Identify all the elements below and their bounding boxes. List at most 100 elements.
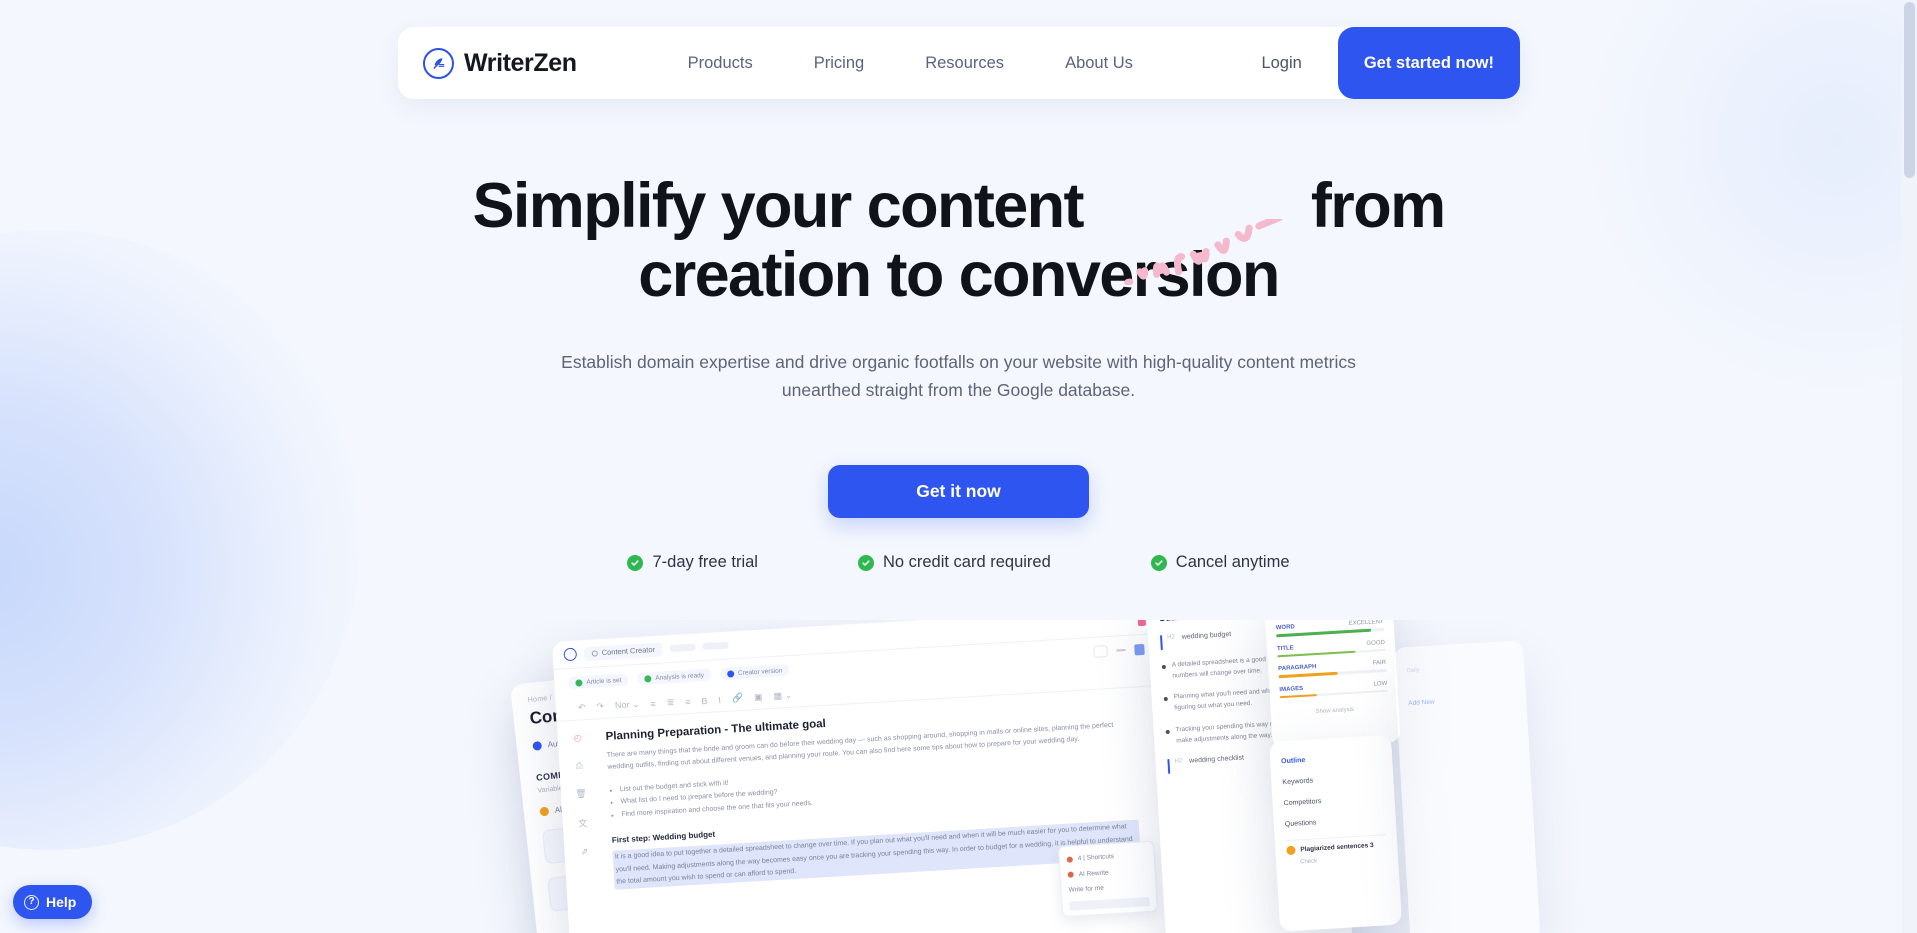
menu-placeholder	[1069, 897, 1150, 912]
menu-item-label: AI Rewrite	[1078, 869, 1109, 878]
trash-icon[interactable]: 🗑	[575, 788, 587, 800]
score-label: TITLE	[1276, 644, 1294, 652]
export-icon[interactable]: ⎙	[575, 760, 583, 771]
hero-subheading: Establish domain expertise and drive org…	[561, 351, 1356, 400]
primary-nav: Products Pricing Resources About Us	[688, 54, 1133, 73]
minimize-icon[interactable]	[1116, 649, 1126, 652]
score-label: WORD	[1275, 624, 1295, 632]
add-new-link[interactable]: Add New	[1408, 694, 1514, 708]
page-scrollbar[interactable]	[1902, 0, 1917, 933]
nav-item-products[interactable]: Products	[688, 54, 753, 73]
editor-window-controls	[1093, 643, 1145, 658]
align-center-icon[interactable]: ≣	[666, 697, 674, 708]
check-circle-icon	[575, 678, 583, 687]
panel-title: Outline	[1159, 620, 1189, 623]
score-row: IMAGES LOW	[1279, 680, 1388, 699]
badge-no-credit-card: No credit card required	[857, 553, 1051, 572]
panel-label: Daily	[1406, 667, 1420, 675]
score-row: PARAGRAPH FAIR	[1278, 660, 1387, 679]
redo-icon[interactable]: ↷	[596, 701, 604, 712]
overall-score-panel: OVERALL SCORE ⧉ WORDEXCELLENT TITLEGOOD …	[1264, 620, 1401, 750]
status-badge-label: Analysis is ready	[655, 671, 705, 682]
image-icon[interactable]: ▣	[754, 692, 763, 703]
align-left-icon[interactable]: ≡	[650, 698, 656, 708]
italic-icon[interactable]: I	[718, 695, 721, 705]
brand-name: WriterZen	[464, 48, 577, 77]
dot-icon	[726, 669, 735, 678]
heading-tag: H2	[1166, 634, 1175, 641]
site-header: WriterZen Products Pricing Resources Abo…	[398, 27, 1520, 99]
show-analysis-link[interactable]: Show analysis	[1281, 705, 1389, 717]
score-label: IMAGES	[1279, 685, 1304, 694]
secondary-panel: Daily Add New	[1393, 640, 1541, 933]
bullet-icon	[1165, 729, 1170, 734]
status-badge: Analysis is ready	[637, 668, 712, 685]
save-icon[interactable]	[1093, 645, 1108, 658]
app-logo-icon	[563, 647, 578, 662]
status-badge-label: Creator version	[737, 666, 783, 677]
help-label: Help	[46, 894, 77, 910]
progress-fill	[1277, 650, 1356, 658]
score-value: EXCELLENT	[1348, 620, 1384, 628]
publish-icon[interactable]	[1134, 643, 1145, 655]
get-started-button[interactable]: Get started now!	[1337, 27, 1520, 99]
score-row: WORD EXCELLENT	[1275, 620, 1385, 637]
editor-window: Content Creator Article is set Analysis …	[552, 620, 1176, 933]
score-value: LOW	[1373, 680, 1388, 688]
score-row: TITLE GOOD	[1276, 639, 1386, 658]
text-style-dropdown[interactable]: Nor ⌄	[615, 699, 640, 711]
editor-document[interactable]: Planning Preparation - The ultimate goal…	[597, 686, 1176, 933]
editor-tab[interactable]: Content Creator	[583, 641, 664, 661]
nav-item-pricing[interactable]: Pricing	[814, 54, 864, 73]
scrollbar-thumb[interactable]	[1904, 2, 1915, 178]
nav-item-about-us[interactable]: About Us	[1065, 54, 1133, 73]
login-link[interactable]: Login	[1261, 54, 1301, 73]
score-value: GOOD	[1366, 639, 1386, 647]
clock-history-icon[interactable]: ◴	[573, 732, 581, 743]
nav-item-resources[interactable]: Resources	[925, 54, 1004, 73]
heading-marker	[1167, 759, 1171, 775]
sparkle-icon	[1067, 871, 1074, 879]
status-badge: Creator version	[719, 663, 790, 681]
heading-marker	[1159, 635, 1163, 651]
headline-part-2: from	[1310, 171, 1446, 241]
status-badge: Article is set	[568, 673, 629, 690]
headline-line-2: creation to conversion	[638, 240, 1280, 311]
heading-text: wedding budget	[1181, 631, 1232, 641]
header-actions: Login Get started now!	[1261, 27, 1520, 99]
help-widget[interactable]: ? Help	[13, 885, 93, 919]
score-label: PARAGRAPH	[1278, 664, 1317, 673]
quill-pen-circle-icon	[423, 47, 454, 79]
question-mark-circle-icon: ?	[24, 894, 39, 910]
table-icon[interactable]: ▦ ⌄	[773, 690, 792, 702]
badge-label: Cancel anytime	[1175, 553, 1290, 572]
undo-icon[interactable]: ↶	[578, 702, 586, 713]
ai-context-menu: 4 | Shortcuts AI Rewrite Write for me	[1058, 840, 1159, 918]
avatar	[1137, 620, 1147, 627]
check-circle-icon	[627, 554, 644, 571]
analysis-menu-panel: Outline Keywords Competitors Questions P…	[1269, 734, 1403, 932]
menu-item-questions[interactable]: Questions	[1284, 808, 1385, 835]
link-icon[interactable]: 🔗	[732, 693, 744, 705]
check-circle-icon	[644, 674, 652, 683]
check-circle-icon	[1150, 554, 1167, 571]
tab-placeholder	[702, 641, 730, 651]
heading-tag: H2	[1174, 758, 1183, 765]
menu-item[interactable]: Write for me	[1068, 878, 1149, 898]
bullet-icon	[1161, 664, 1167, 670]
tab-icon	[591, 649, 598, 657]
align-right-icon[interactable]: ≡	[685, 696, 691, 706]
share-icon[interactable]: ⇗	[580, 846, 588, 857]
score-value: FAIR	[1372, 660, 1387, 667]
status-badge-label: Article is set	[586, 676, 622, 686]
bold-icon[interactable]: B	[701, 695, 708, 705]
headline-part-1: Simplify your content	[472, 171, 1084, 241]
check-circle-icon	[857, 554, 874, 571]
translate-icon[interactable]: 文	[578, 816, 588, 830]
get-it-now-button[interactable]: Get it now	[828, 465, 1089, 519]
menu-item-label: Write for me	[1068, 884, 1105, 894]
editor-body: ◴ ⎙ 🗑 文 ⇗ Planning Preparation - The ult…	[557, 686, 1176, 933]
badge-label: No credit card required	[882, 553, 1051, 572]
progress-fill	[1279, 693, 1317, 699]
brand-logo[interactable]: WriterZen	[423, 47, 577, 79]
